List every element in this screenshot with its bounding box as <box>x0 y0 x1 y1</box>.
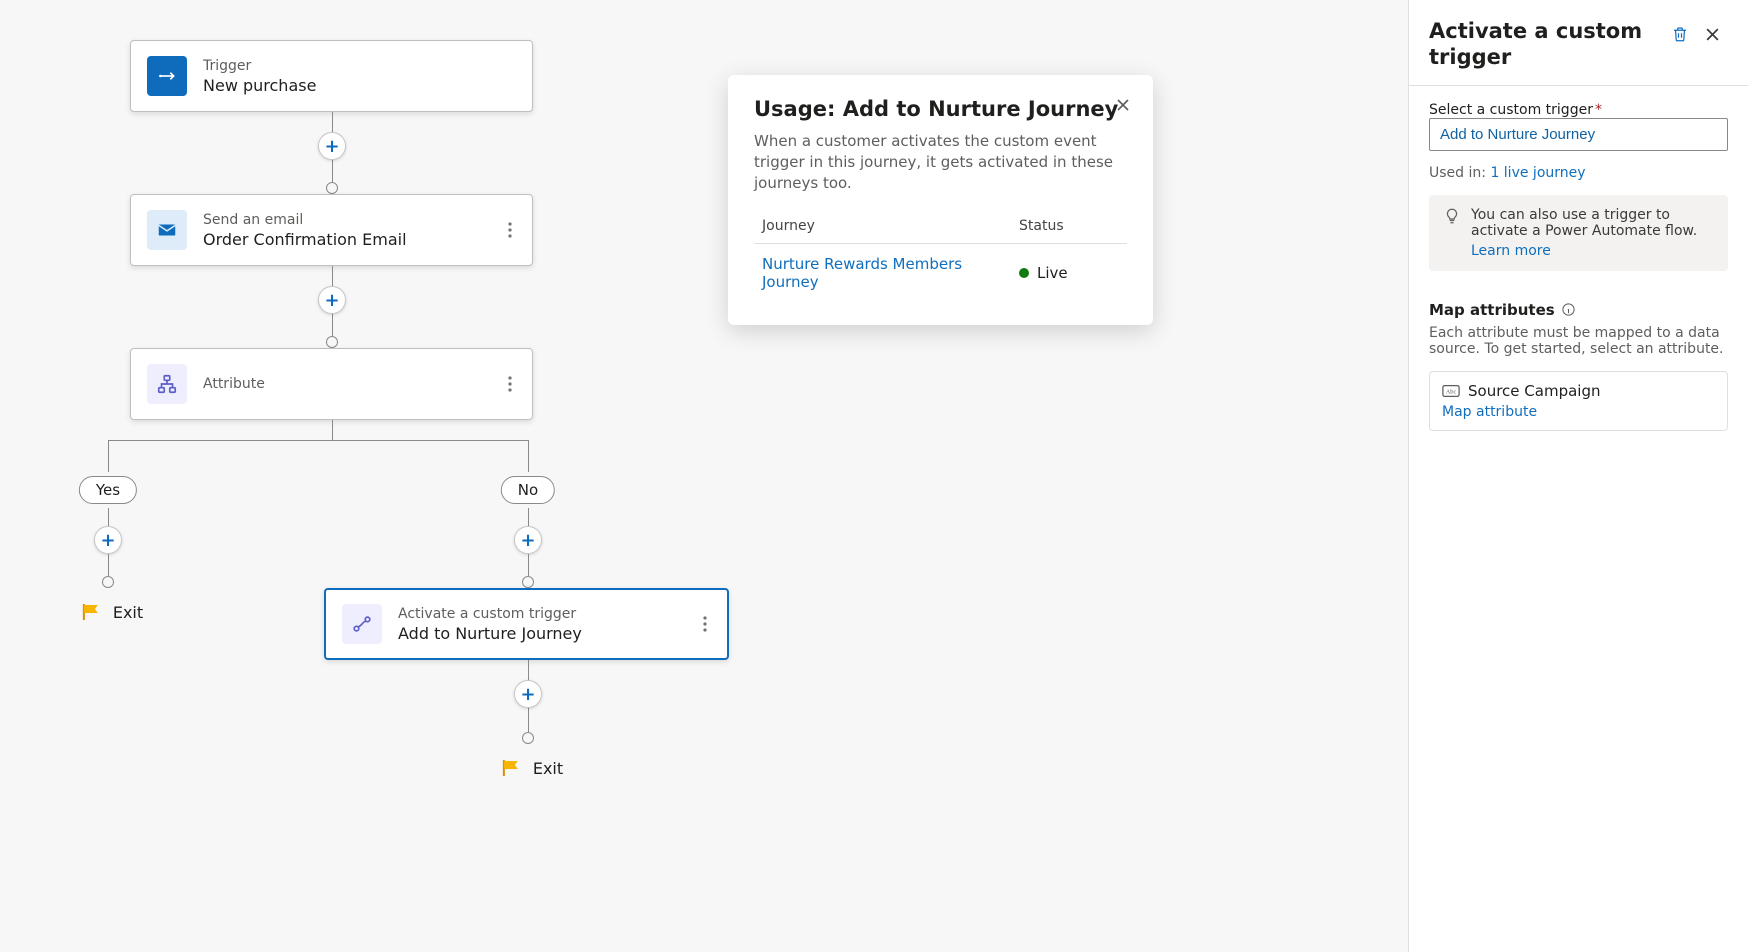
popover-title: Usage: Add to Nurture Journey <box>754 97 1127 121</box>
node-more-button[interactable] <box>498 218 522 242</box>
node-more-button[interactable] <box>693 612 717 636</box>
popover-close-button[interactable] <box>1109 91 1137 119</box>
usage-col-status: Status <box>1019 218 1119 234</box>
flag-icon <box>81 602 103 622</box>
exit-marker: Exit <box>501 758 563 778</box>
exit-marker: Exit <box>81 602 143 622</box>
branch-pill-no[interactable]: No <box>501 476 555 504</box>
add-step-button[interactable]: + <box>94 526 122 554</box>
connector-line <box>528 554 529 576</box>
add-step-button[interactable]: + <box>318 132 346 160</box>
node-trigger[interactable]: Trigger New purchase <box>130 40 533 112</box>
map-attributes-description: Each attribute must be mapped to a data … <box>1429 325 1728 357</box>
panel-title: Activate a custom trigger <box>1429 18 1664 71</box>
node-title-label: New purchase <box>203 76 316 95</box>
connector-dot <box>522 732 534 744</box>
node-title-label: Order Confirmation Email <box>203 230 407 249</box>
node-kind-label: Trigger <box>203 58 316 74</box>
panel-header: Activate a custom trigger <box>1409 0 1748 86</box>
select-trigger-input[interactable] <box>1429 118 1728 151</box>
node-send-email[interactable]: Send an email Order Confirmation Email <box>130 194 533 266</box>
connector-line <box>108 440 109 472</box>
connector-dot <box>522 576 534 588</box>
usage-row: Nurture Rewards Members Journey Live <box>754 247 1127 299</box>
exit-label: Exit <box>113 603 143 622</box>
connector-line <box>108 440 528 441</box>
usage-table: Journey Status Nurture Rewards Members J… <box>754 212 1127 299</box>
callout-text: You can also use a trigger to activate a… <box>1471 207 1697 239</box>
status-indicator-icon <box>1019 268 1029 278</box>
learn-more-link[interactable]: Learn more <box>1471 243 1551 259</box>
branch-icon <box>147 364 187 404</box>
connector-dot <box>326 182 338 194</box>
usage-status-text: Live <box>1037 264 1068 282</box>
svg-text:Abc: Abc <box>1446 388 1457 395</box>
flow-icon <box>147 56 187 96</box>
panel-close-button[interactable] <box>1696 18 1728 50</box>
lightbulb-icon <box>1443 207 1461 259</box>
node-more-button[interactable] <box>498 372 522 396</box>
connector-dot <box>326 336 338 348</box>
connector-dot <box>102 576 114 588</box>
exit-label: Exit <box>533 759 563 778</box>
node-kind-label: Activate a custom trigger <box>398 606 582 622</box>
branch-pill-yes[interactable]: Yes <box>79 476 137 504</box>
add-step-button[interactable]: + <box>514 526 542 554</box>
text-field-icon: Abc <box>1442 384 1460 398</box>
used-in-link[interactable]: 1 live journey <box>1490 165 1585 181</box>
info-callout: You can also use a trigger to activate a… <box>1429 195 1728 271</box>
connector-line <box>332 420 333 440</box>
connector-line <box>528 440 529 472</box>
popover-description: When a customer activates the custom eve… <box>754 131 1127 194</box>
usage-journey-link[interactable]: Nurture Rewards Members Journey <box>762 255 1019 291</box>
map-attributes-title: Map attributes <box>1429 301 1728 319</box>
attribute-name: Source Campaign <box>1468 382 1600 400</box>
node-activate-custom-trigger[interactable]: Activate a custom trigger Add to Nurture… <box>324 588 729 660</box>
properties-panel: Activate a custom trigger Select a custo… <box>1408 0 1748 952</box>
usage-popover: Usage: Add to Nurture Journey When a cus… <box>728 75 1153 325</box>
connector-line <box>108 554 109 576</box>
node-attribute-branch[interactable]: Attribute <box>130 348 533 420</box>
envelope-icon <box>147 210 187 250</box>
usage-col-journey: Journey <box>762 218 1019 234</box>
attribute-card[interactable]: Abc Source Campaign Map attribute <box>1429 371 1728 431</box>
info-icon <box>1561 302 1576 317</box>
node-title-label: Add to Nurture Journey <box>398 624 582 643</box>
node-kind-label: Attribute <box>203 376 265 392</box>
divider <box>754 243 1127 244</box>
add-step-button[interactable]: + <box>318 286 346 314</box>
flag-icon <box>501 758 523 778</box>
add-step-button[interactable]: + <box>514 680 542 708</box>
select-trigger-label: Select a custom trigger* <box>1429 102 1728 118</box>
delete-button[interactable] <box>1664 18 1696 50</box>
custom-trigger-icon <box>342 604 382 644</box>
used-in-text: Used in: 1 live journey <box>1429 165 1728 181</box>
node-kind-label: Send an email <box>203 212 407 228</box>
map-attribute-link[interactable]: Map attribute <box>1442 404 1537 420</box>
